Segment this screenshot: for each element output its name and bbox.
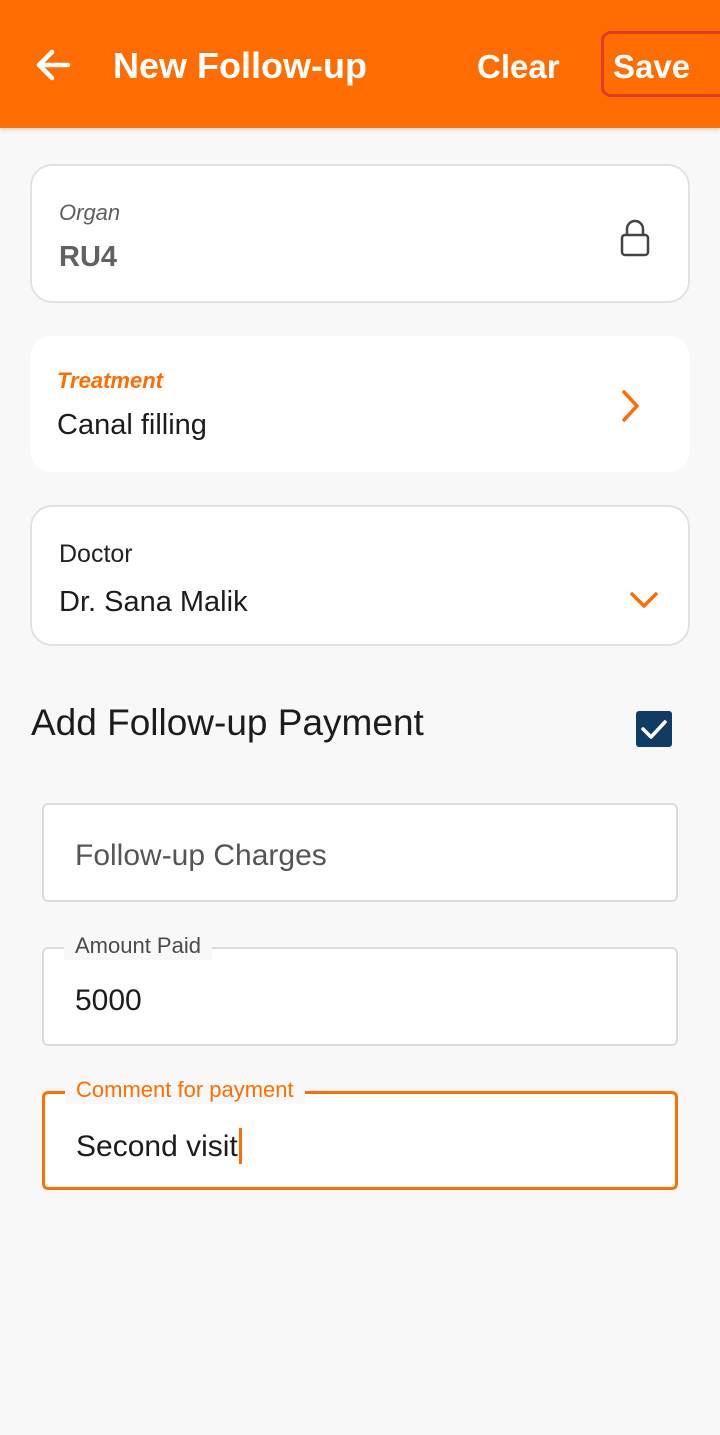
back-arrow-icon[interactable]: [30, 42, 76, 88]
payment-comment-value-row: Second visit: [76, 1128, 242, 1165]
organ-value: RU4: [59, 241, 118, 273]
doctor-value: Dr. Sana Malik: [59, 586, 248, 618]
doctor-label: Doctor: [59, 540, 133, 568]
follow-up-charges-input[interactable]: Follow-up Charges: [42, 803, 678, 902]
payment-comment-label: Comment for payment: [65, 1076, 305, 1104]
checkmark-icon: [641, 720, 667, 739]
organ-field: Organ RU4: [30, 164, 690, 303]
amount-paid-label: Amount Paid: [64, 932, 212, 960]
text-cursor: [238, 1128, 242, 1164]
app-bar: New Follow-up Clear Save: [0, 0, 720, 128]
save-button[interactable]: Save: [601, 31, 720, 97]
amount-paid-input[interactable]: Amount Paid 5000: [42, 932, 678, 1046]
page-title: New Follow-up: [113, 45, 367, 86]
save-button-label: Save: [613, 48, 691, 85]
chevron-right-icon: [622, 390, 639, 422]
payment-comment-input[interactable]: Comment for payment Second visit: [42, 1076, 678, 1190]
follow-up-payment-checkbox[interactable]: [636, 711, 672, 747]
clear-button[interactable]: Clear: [477, 46, 560, 88]
treatment-label: Treatment: [57, 368, 163, 393]
amount-paid-value: 5000: [75, 984, 142, 1017]
treatment-selector[interactable]: Treatment Canal filling: [30, 336, 690, 472]
follow-up-charges-placeholder: Follow-up Charges: [75, 839, 327, 872]
lock-icon: [620, 219, 650, 257]
doctor-dropdown[interactable]: Doctor Dr. Sana Malik: [30, 505, 690, 646]
chevron-down-icon: [630, 592, 658, 608]
follow-up-payment-heading: Add Follow-up Payment: [31, 702, 424, 743]
treatment-value: Canal filling: [57, 409, 207, 441]
payment-comment-value: Second visit: [76, 1130, 238, 1163]
organ-label: Organ: [59, 200, 121, 225]
